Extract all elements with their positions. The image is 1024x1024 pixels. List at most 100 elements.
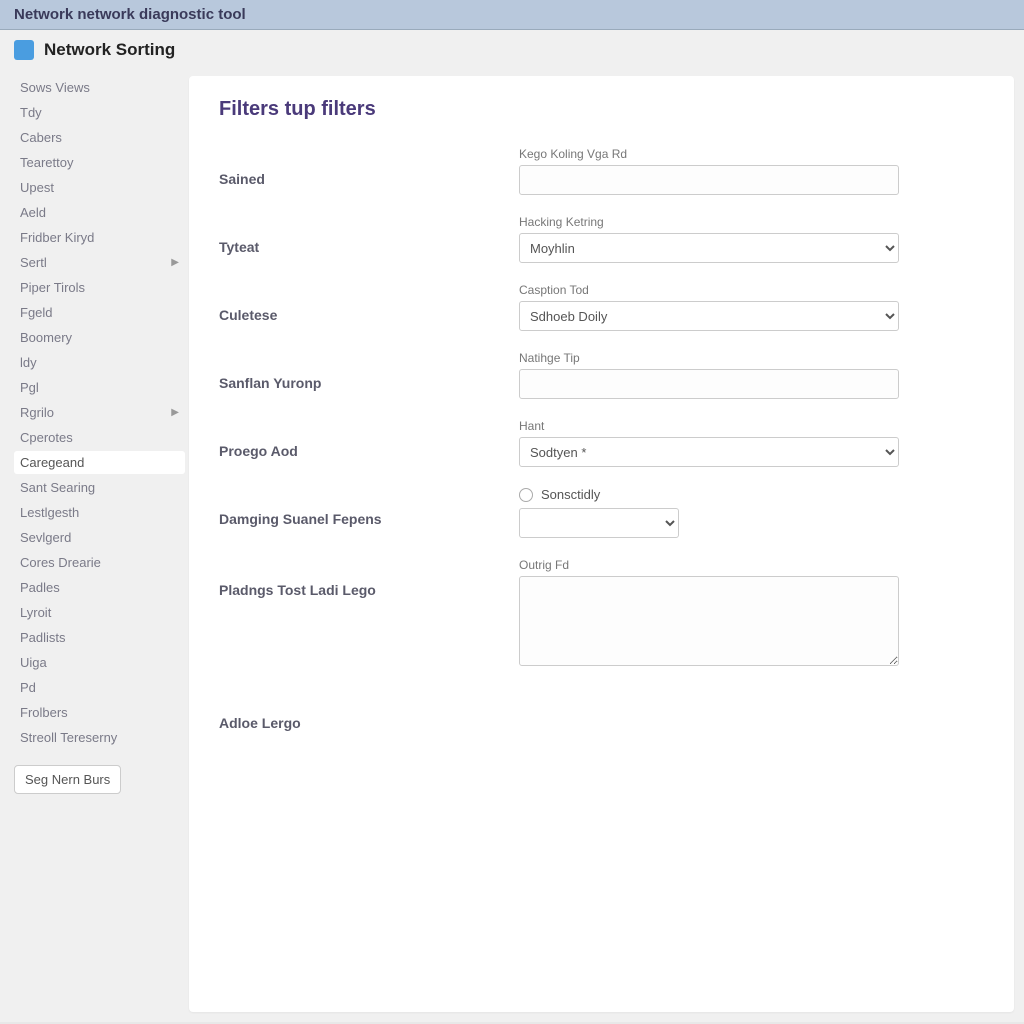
sidebar-item-label: Lestlgesth [20, 505, 79, 520]
sidebar-item-4[interactable]: Upest [14, 176, 185, 199]
sidebar-item-10[interactable]: Boomery [14, 326, 185, 349]
form-row-7: Adloe Lergo [219, 691, 984, 731]
sidebar-item-label: Padlists [20, 630, 66, 645]
sidebar-item-18[interactable]: Sevlgerd [14, 526, 185, 549]
text-input[interactable] [519, 165, 899, 195]
sidebar-item-6[interactable]: Fridber Kiryd [14, 226, 185, 249]
field-label: Casption Tod [519, 283, 899, 297]
sidebar-item-label: Fgeld [20, 305, 53, 320]
select-input[interactable]: Moyhlin [519, 233, 899, 263]
sidebar-item-label: Padles [20, 580, 60, 595]
form-row-0: SainedKego Koling Vga Rd [219, 147, 984, 195]
sidebar-item-label: Tdy [20, 105, 42, 120]
sidebar-item-label: Aeld [20, 205, 46, 220]
sidebar-item-25[interactable]: Frolbers [14, 701, 185, 724]
form-row-6: Pladngs Tost Ladi LegoOutrig Fd [219, 558, 984, 671]
sidebar-item-9[interactable]: Fgeld [14, 301, 185, 324]
sidebar-item-label: Upest [20, 180, 54, 195]
sidebar-item-1[interactable]: Tdy [14, 101, 185, 124]
sidebar-item-16[interactable]: Sant Searing [14, 476, 185, 499]
select-input-small[interactable] [519, 508, 679, 538]
sidebar-item-23[interactable]: Uiga [14, 651, 185, 674]
sidebar-item-20[interactable]: Padles [14, 576, 185, 599]
form-row-label: Adloe Lergo [219, 691, 519, 731]
form-row-label: Pladngs Tost Ladi Lego [219, 558, 519, 598]
sidebar-item-label: Rgrilo [20, 405, 54, 420]
sidebar-item-label: Cabers [20, 130, 62, 145]
sidebar-item-17[interactable]: Lestlgesth [14, 501, 185, 524]
sidebar-item-7[interactable]: Sertl ▶ [14, 251, 185, 274]
sidebar-item-label: Tearettoy [20, 155, 73, 170]
chevron-right-icon: ▶ [171, 257, 179, 268]
form-field: Kego Koling Vga Rd [519, 147, 899, 195]
sidebar-item-21[interactable]: Lyroit [14, 601, 185, 624]
sidebar-item-label: Uiga [20, 655, 47, 670]
sidebar-item-label: Streoll Tereserny [20, 730, 117, 745]
sidebar-item-label: Sevlgerd [20, 530, 71, 545]
radio-row: Sonsctidly [519, 487, 899, 502]
sidebar-item-label: Caregeand [20, 455, 84, 470]
sidebar-item-2[interactable]: Cabers [14, 126, 185, 149]
sidebar-item-label: Sertl [20, 255, 47, 270]
sidebar-item-26[interactable]: Streoll Tereserny [14, 726, 185, 749]
sidebar-item-14[interactable]: Cperotes [14, 426, 185, 449]
form-row-1: TyteatHacking Ketring Moyhlin [219, 215, 984, 263]
sidebar-item-label: Pgl [20, 380, 39, 395]
sidebar-item-label: Piper Tirols [20, 280, 85, 295]
form: SainedKego Koling Vga Rd TyteatHacking Ke… [219, 147, 984, 731]
radio-label: Sonsctidly [541, 487, 600, 502]
form-row-label: Proego Aod [219, 419, 519, 459]
form-field: Hacking Ketring Moyhlin [519, 215, 899, 263]
sidebar-item-24[interactable]: Pd [14, 676, 185, 699]
form-row-label: Sained [219, 147, 519, 187]
sidebar-footer-button[interactable]: Seg Nern Burs [14, 765, 121, 794]
page-title: Network Sorting [44, 40, 175, 60]
sidebar: Sows Views Tdy Cabers Tearettoy Upest Aeld Fri… [0, 70, 185, 1022]
field-label: Hacking Ketring [519, 215, 899, 229]
sidebar-item-label: Sant Searing [20, 480, 95, 495]
field-label: Outrig Fd [519, 558, 899, 572]
sidebar-item-5[interactable]: Aeld [14, 201, 185, 224]
form-field: Hant Sodtyen * [519, 419, 899, 467]
form-row-3: Sanflan YuronpNatihge Tip [219, 351, 984, 399]
sidebar-item-label: Lyroit [20, 605, 51, 620]
select-input[interactable]: Sodtyen * [519, 437, 899, 467]
chevron-right-icon: ▶ [171, 407, 179, 418]
sidebar-item-13[interactable]: Rgrilo ▶ [14, 401, 185, 424]
main-heading: Filters tup filters [219, 98, 984, 121]
sidebar-item-11[interactable]: ldy [14, 351, 185, 374]
radio-button[interactable] [519, 488, 533, 502]
sidebar-item-3[interactable]: Tearettoy [14, 151, 185, 174]
sidebar-item-label: Cperotes [20, 430, 73, 445]
sidebar-item-22[interactable]: Padlists [14, 626, 185, 649]
text-input[interactable] [519, 369, 899, 399]
sidebar-item-19[interactable]: Cores Drearie [14, 551, 185, 574]
form-field: Natihge Tip [519, 351, 899, 399]
form-row-label: Damging Suanel Fepens [219, 487, 519, 527]
form-row-label: Culetese [219, 283, 519, 323]
form-row-label: Sanflan Yuronp [219, 351, 519, 391]
app-header: Network Sorting [0, 30, 1024, 70]
window-title: Network network diagnostic tool [14, 6, 246, 23]
form-row-label: Tyteat [219, 215, 519, 255]
main-panel: Filters tup filters SainedKego Koling Vg… [189, 76, 1014, 1012]
sidebar-item-label: Pd [20, 680, 36, 695]
select-input[interactable]: Sdhoeb Doily [519, 301, 899, 331]
sidebar-item-15[interactable]: Caregeand [14, 451, 185, 474]
textarea-input[interactable] [519, 576, 899, 666]
sidebar-item-8[interactable]: Piper Tirols [14, 276, 185, 299]
sidebar-item-0[interactable]: Sows Views [14, 76, 185, 99]
form-row-5: Damging Suanel Fepens Sonsctidly [219, 487, 984, 538]
sidebar-item-label: Fridber Kiryd [20, 230, 94, 245]
sidebar-item-label: Cores Drearie [20, 555, 101, 570]
window-title-bar: Network network diagnostic tool [0, 0, 1024, 30]
field-label: Kego Koling Vga Rd [519, 147, 899, 161]
form-field: Sonsctidly [519, 487, 899, 538]
sidebar-item-12[interactable]: Pgl [14, 376, 185, 399]
field-label: Natihge Tip [519, 351, 899, 365]
form-field: Casption Tod Sdhoeb Doily [519, 283, 899, 331]
app-container: Network Sorting Sows Views Tdy Cabers Teare… [0, 30, 1024, 1022]
form-row-4: Proego AodHant Sodtyen * [219, 419, 984, 467]
app-badge-icon [14, 40, 34, 60]
field-label: Hant [519, 419, 899, 433]
